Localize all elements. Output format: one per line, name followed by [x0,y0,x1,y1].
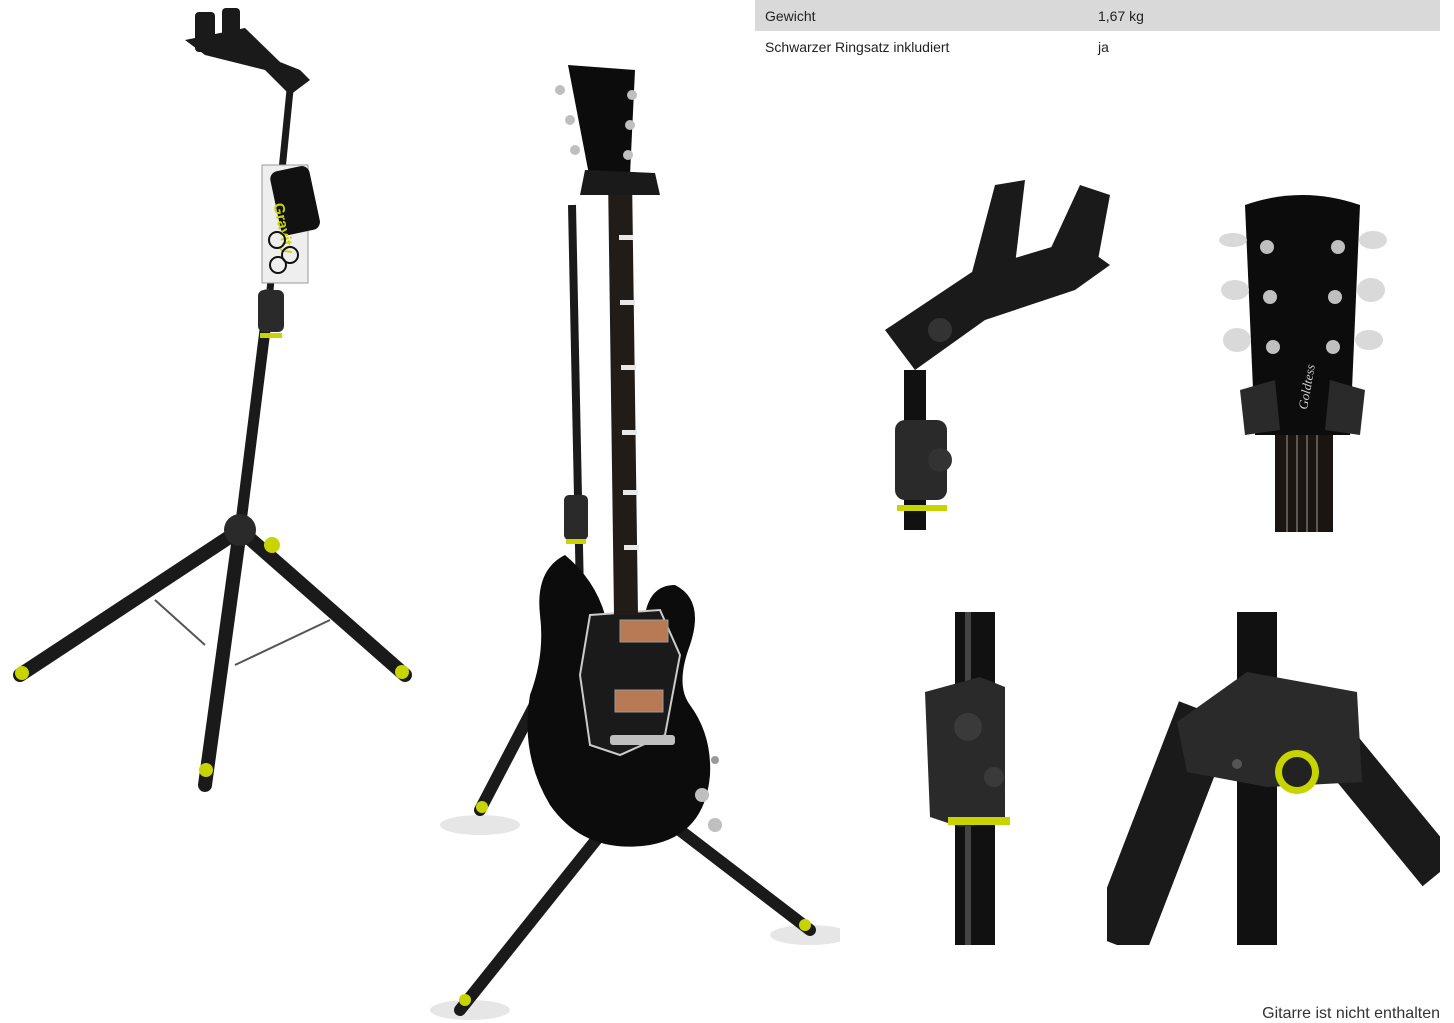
headstock-detail-illustration: Goldtess [1219,195,1387,532]
spec-label: Gewicht [765,7,816,24]
stand-empty-illustration: Gravity [13,8,412,792]
clamp-detail-illustration [925,612,1010,945]
spec-label: Schwarzer Ringsatz inkludiert [765,38,950,55]
photo-detail-headstock: Goldtess [1215,185,1390,532]
photo-detail-yoke [875,170,1120,530]
spec-row-ring-set: Schwarzer Ringsatz inkludiert ja [755,31,1440,62]
stand-with-guitar-illustration [430,65,840,1020]
photo-detail-clamp [920,612,1010,945]
photo-stand-with-guitar [420,55,840,1023]
photo-stand-empty: Gravity [0,0,430,800]
yoke-detail-illustration [885,180,1110,530]
leg-joint-detail-illustration [1107,612,1440,945]
caption-guitar-not-included: Gitarre ist nicht enthalten [1262,1005,1440,1022]
spec-table: Gewicht 1,67 kg Schwarzer Ringsatz inklu… [755,0,1440,62]
spec-row-weight: Gewicht 1,67 kg [755,0,1440,31]
photo-detail-leg-joint [1107,612,1440,945]
spec-value: ja [1098,38,1109,55]
spec-value: 1,67 kg [1098,7,1144,24]
